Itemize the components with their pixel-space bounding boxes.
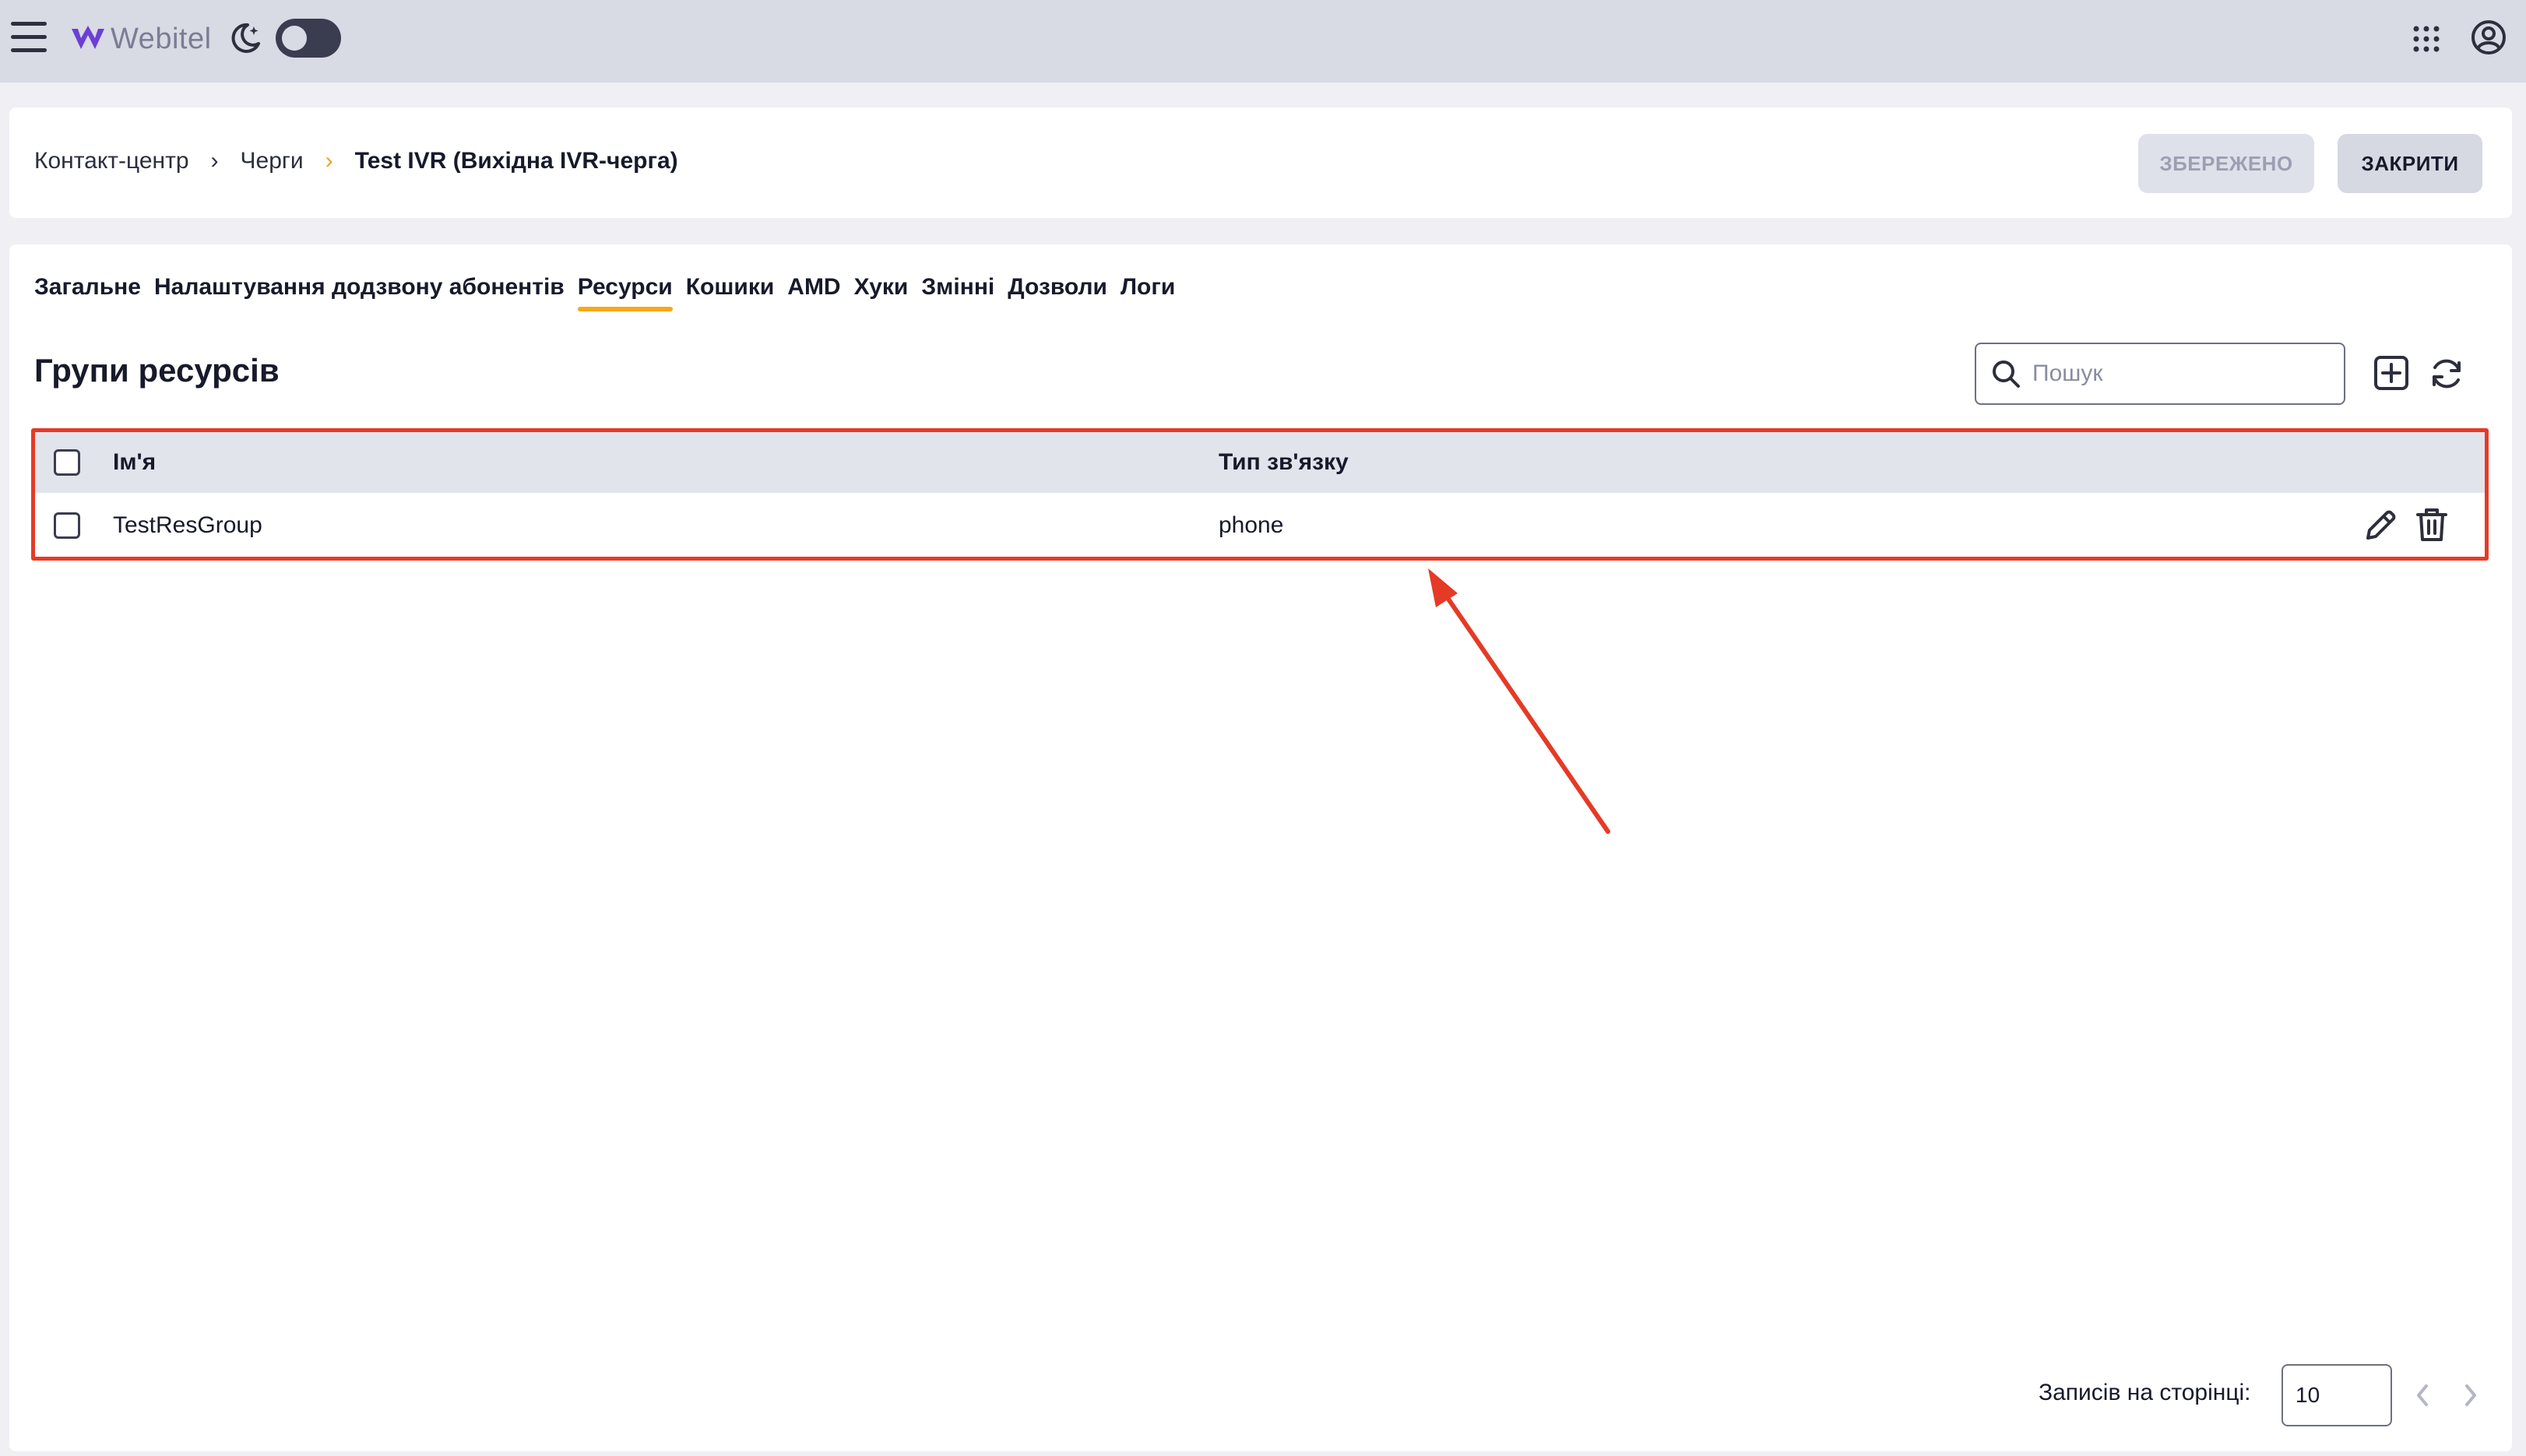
webitel-logo[interactable]: Webitel xyxy=(70,22,212,56)
row-checkbox[interactable] xyxy=(54,512,80,539)
table-header: Ім'я Тип зв'язку xyxy=(35,432,2485,493)
tab-dialer-settings[interactable]: Налаштування додзвону абонентів xyxy=(154,274,565,311)
tab-general[interactable]: Загальне xyxy=(34,274,141,311)
select-all-checkbox[interactable] xyxy=(54,449,80,476)
column-header-name[interactable]: Ім'я xyxy=(113,449,156,476)
search-box[interactable] xyxy=(1975,343,2345,405)
top-bar: Webitel xyxy=(0,0,2526,83)
resource-groups-table: Ім'я Тип зв'язку TestResGroup phone xyxy=(31,428,2489,561)
search-input[interactable] xyxy=(2032,360,2313,387)
edit-icon[interactable] xyxy=(2363,507,2399,543)
row-type: phone xyxy=(1219,512,1284,538)
chevron-right-icon[interactable] xyxy=(2459,1380,2482,1411)
tab-logs[interactable]: Логи xyxy=(1121,274,1175,311)
tab-resources[interactable]: Ресурси xyxy=(577,274,673,311)
tab-amd[interactable]: AMD xyxy=(787,274,840,311)
breadcrumb-current: Test IVR (Вихідна IVR-черга) xyxy=(354,148,678,174)
refresh-icon[interactable] xyxy=(2428,355,2465,392)
row-name: TestResGroup xyxy=(113,512,262,538)
breadcrumb-contact-center[interactable]: Контакт-центр xyxy=(34,148,189,174)
tab-bar: Загальне Налаштування додзвону абонентів… xyxy=(34,274,1188,311)
annotation-arrow xyxy=(1428,568,1610,834)
menu-icon[interactable] xyxy=(11,22,47,53)
tab-hooks[interactable]: Хуки xyxy=(854,274,909,311)
tab-buckets[interactable]: Кошики xyxy=(686,274,775,311)
account-icon[interactable] xyxy=(2470,19,2507,56)
table-row[interactable]: TestResGroup phone xyxy=(35,494,2485,557)
moon-icon xyxy=(231,23,260,53)
tab-variables[interactable]: Змінні xyxy=(921,274,994,311)
breadcrumb-queues[interactable]: Черги xyxy=(241,148,304,174)
header-card: Контакт-центр › Черги › Test IVR (Вихідн… xyxy=(9,107,2512,218)
per-page-label: Записів на сторінці: xyxy=(2039,1380,2251,1405)
tab-permissions[interactable]: Дозволи xyxy=(1008,274,1107,311)
per-page-input[interactable]: 10 xyxy=(2281,1364,2392,1426)
logo-text: Webitel xyxy=(111,22,212,55)
toggle-knob xyxy=(282,26,307,51)
close-button[interactable]: ЗАКРИТИ xyxy=(2338,134,2482,193)
chevron-right-icon: › xyxy=(210,148,219,174)
theme-toggle[interactable] xyxy=(276,19,341,58)
add-icon[interactable] xyxy=(2373,355,2409,391)
webitel-logo-mark xyxy=(72,26,104,49)
chevron-left-icon[interactable] xyxy=(2411,1380,2434,1411)
saved-button[interactable]: ЗБЕРЕЖЕНО xyxy=(2138,134,2314,193)
delete-icon[interactable] xyxy=(2415,507,2449,543)
column-header-type[interactable]: Тип зв'язку xyxy=(1219,449,1349,476)
chevron-right-icon: › xyxy=(325,148,333,174)
apps-grid-icon[interactable] xyxy=(2412,25,2440,53)
breadcrumb: Контакт-центр › Черги › Test IVR (Вихідн… xyxy=(34,148,678,174)
main-card: Загальне Налаштування додзвону абонентів… xyxy=(9,244,2512,1451)
section-title: Групи ресурсів xyxy=(34,352,280,389)
search-icon xyxy=(1993,360,2020,388)
